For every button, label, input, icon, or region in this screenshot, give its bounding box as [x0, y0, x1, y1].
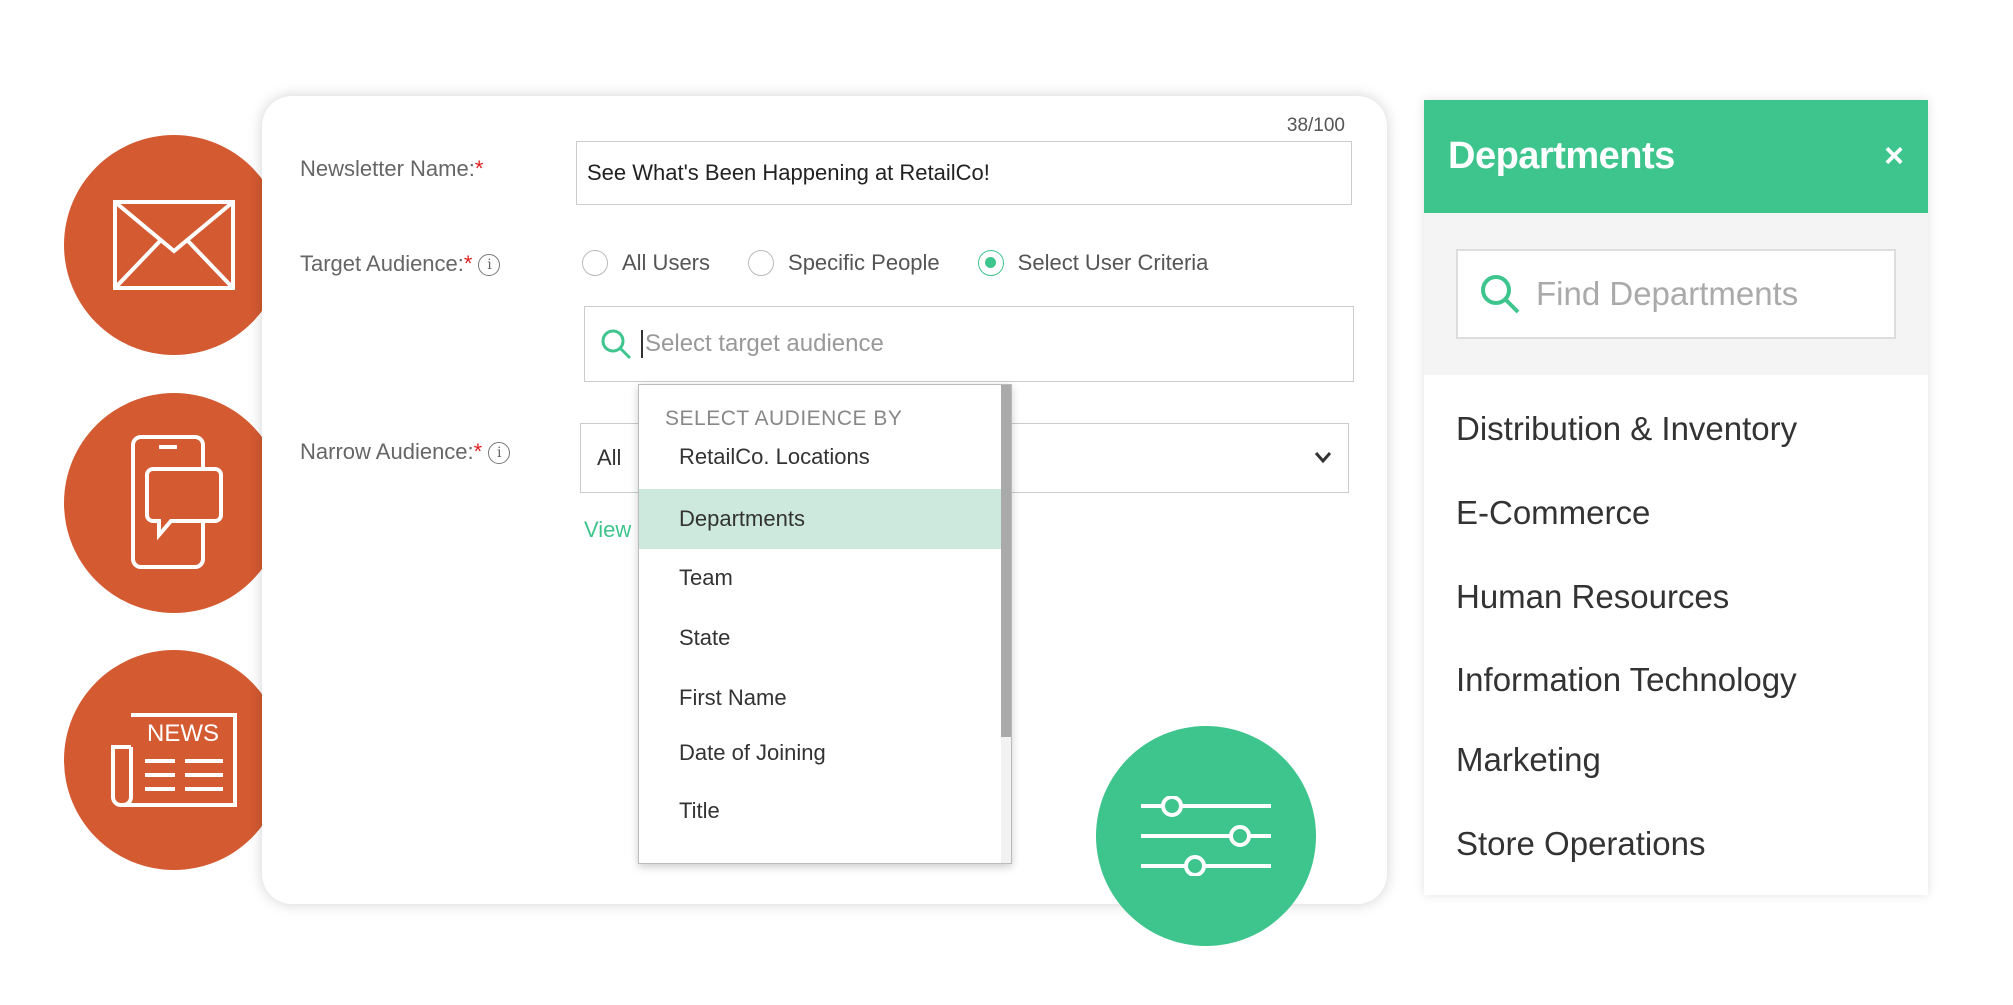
list-item[interactable]: Distribution & Inventory: [1456, 410, 1797, 448]
panel-search-area: Find Departments: [1424, 213, 1928, 375]
news-circle: NEWS: [64, 650, 284, 870]
find-departments-placeholder: Find Departments: [1536, 275, 1799, 312]
narrow-audience-label: Narrow Audience:* i: [300, 439, 511, 465]
audience-dropdown: SELECT AUDIENCE BY RetailCo. Locations D…: [638, 384, 1012, 864]
narrow-audience-value: All: [597, 445, 622, 470]
dropdown-item[interactable]: RetailCo. Locations: [639, 427, 1001, 487]
find-departments-input[interactable]: Find Departments: [1456, 249, 1896, 339]
search-icon: [1481, 275, 1520, 314]
newsletter-name-label: Newsletter Name:*: [300, 156, 484, 181]
target-audience-search[interactable]: Select target audience: [584, 306, 1354, 382]
radio-all-users[interactable]: All Users: [582, 250, 710, 276]
dropdown-item[interactable]: Date of Joining: [639, 723, 1001, 783]
required-mark: *: [463, 251, 473, 276]
sliders-icon: [1141, 796, 1271, 876]
newspaper-icon: NEWS: [111, 713, 237, 807]
search-placeholder: Select target audience: [641, 330, 884, 358]
dropdown-item-active[interactable]: Departments: [639, 489, 1001, 549]
audience-radio-group: All Users Specific People Select User Cr…: [582, 250, 1246, 276]
search-icon: [601, 329, 632, 360]
dropdown-item[interactable]: Team: [639, 548, 1001, 608]
target-audience-label: Target Audience:* i: [300, 251, 501, 277]
dropdown-scroll-thumb[interactable]: [1001, 385, 1011, 737]
radio-specific-people[interactable]: Specific People: [748, 250, 940, 276]
required-mark: *: [474, 156, 484, 181]
news-label: NEWS: [147, 720, 219, 747]
list-item[interactable]: Human Resources: [1456, 578, 1729, 616]
dropdown-item[interactable]: First Name: [639, 668, 1001, 728]
info-icon[interactable]: i: [488, 442, 511, 464]
info-icon[interactable]: i: [478, 254, 501, 276]
newsletter-name-input[interactable]: See What's Been Happening at RetailCo!: [576, 141, 1352, 205]
email-circle: [64, 135, 284, 355]
radio-checked-icon: [977, 250, 1004, 276]
list-item[interactable]: Marketing: [1456, 741, 1601, 779]
panel-title: Departments: [1448, 135, 1675, 177]
mobile-chat-icon: [131, 435, 223, 569]
mobile-circle: [64, 393, 284, 613]
dropdown-item[interactable]: Title: [639, 781, 1001, 841]
departments-panel: Departments × Find Departments Distribut…: [1424, 100, 1928, 895]
envelope-icon: [113, 200, 235, 290]
chevron-down-icon: [1314, 452, 1332, 464]
list-item[interactable]: Store Operations: [1456, 825, 1705, 863]
radio-circle-icon: [748, 250, 775, 276]
radio-circle-icon: [582, 250, 608, 276]
newsletter-name-value: See What's Been Happening at RetailCo!: [587, 160, 990, 185]
close-icon[interactable]: ×: [1884, 137, 1904, 176]
list-item[interactable]: E-Commerce: [1456, 494, 1650, 532]
radio-select-user-criteria[interactable]: Select User Criteria: [977, 250, 1208, 276]
character-counter: 38/100: [1286, 115, 1345, 136]
dropdown-item[interactable]: State: [639, 608, 1001, 668]
list-item[interactable]: Information Technology: [1456, 661, 1797, 699]
required-mark: *: [473, 439, 483, 464]
panel-header: Departments ×: [1424, 100, 1928, 213]
view-link[interactable]: View: [584, 517, 631, 543]
filter-circle: [1096, 726, 1316, 946]
